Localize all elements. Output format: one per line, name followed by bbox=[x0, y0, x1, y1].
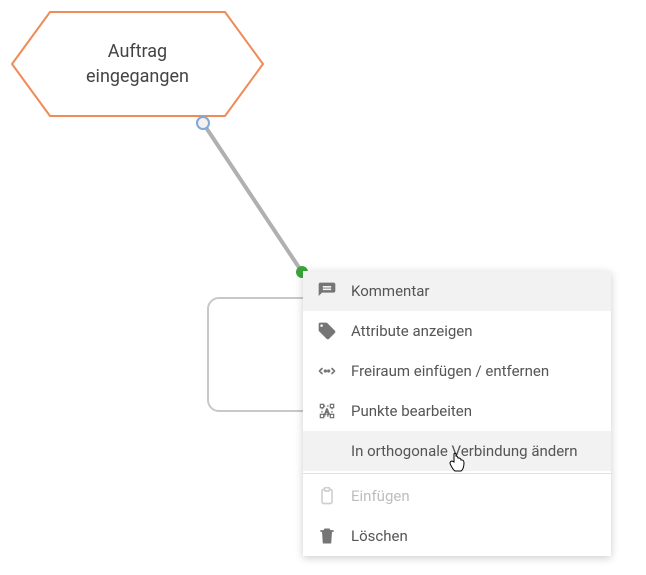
menu-item-label: Punkte bearbeiten bbox=[351, 402, 597, 420]
menu-item-label: In orthogonale Verbindung ändern bbox=[351, 442, 597, 460]
edit-points-icon: A bbox=[317, 401, 351, 421]
menu-item-comment[interactable]: Kommentar bbox=[303, 271, 611, 311]
menu-item-label: Attribute anzeigen bbox=[351, 322, 597, 340]
event-node[interactable]: Auftrag eingegangen bbox=[10, 10, 265, 118]
menu-item-label: Freiraum einfügen / entfernen bbox=[351, 362, 597, 380]
menu-item-paste: Einfügen bbox=[303, 476, 611, 516]
clipboard-icon bbox=[317, 486, 351, 506]
svg-text:A: A bbox=[324, 407, 330, 416]
menu-item-freespace[interactable]: Freiraum einfügen / entfernen bbox=[303, 351, 611, 391]
menu-divider bbox=[303, 473, 611, 474]
diagram-canvas[interactable]: Auftrag eingegangen Kommentar Attribute … bbox=[0, 0, 646, 575]
event-node-label: Auftrag eingegangen bbox=[86, 39, 189, 89]
connector-start-handle[interactable] bbox=[196, 116, 210, 130]
tag-icon bbox=[317, 321, 351, 341]
menu-item-delete[interactable]: Löschen bbox=[303, 516, 611, 556]
context-menu: Kommentar Attribute anzeigen Freiraum ei… bbox=[303, 271, 611, 556]
trash-icon bbox=[317, 526, 351, 546]
menu-item-points[interactable]: A Punkte bearbeiten bbox=[303, 391, 611, 431]
comment-icon bbox=[317, 281, 351, 301]
arrows-h-icon bbox=[317, 361, 351, 381]
menu-item-label: Löschen bbox=[351, 527, 597, 545]
menu-item-attributes[interactable]: Attribute anzeigen bbox=[303, 311, 611, 351]
target-node-placeholder[interactable] bbox=[207, 297, 317, 412]
menu-item-orthogonal[interactable]: In orthogonale Verbindung ändern bbox=[303, 431, 611, 471]
menu-item-label: Einfügen bbox=[351, 487, 597, 505]
menu-item-label: Kommentar bbox=[351, 282, 597, 300]
